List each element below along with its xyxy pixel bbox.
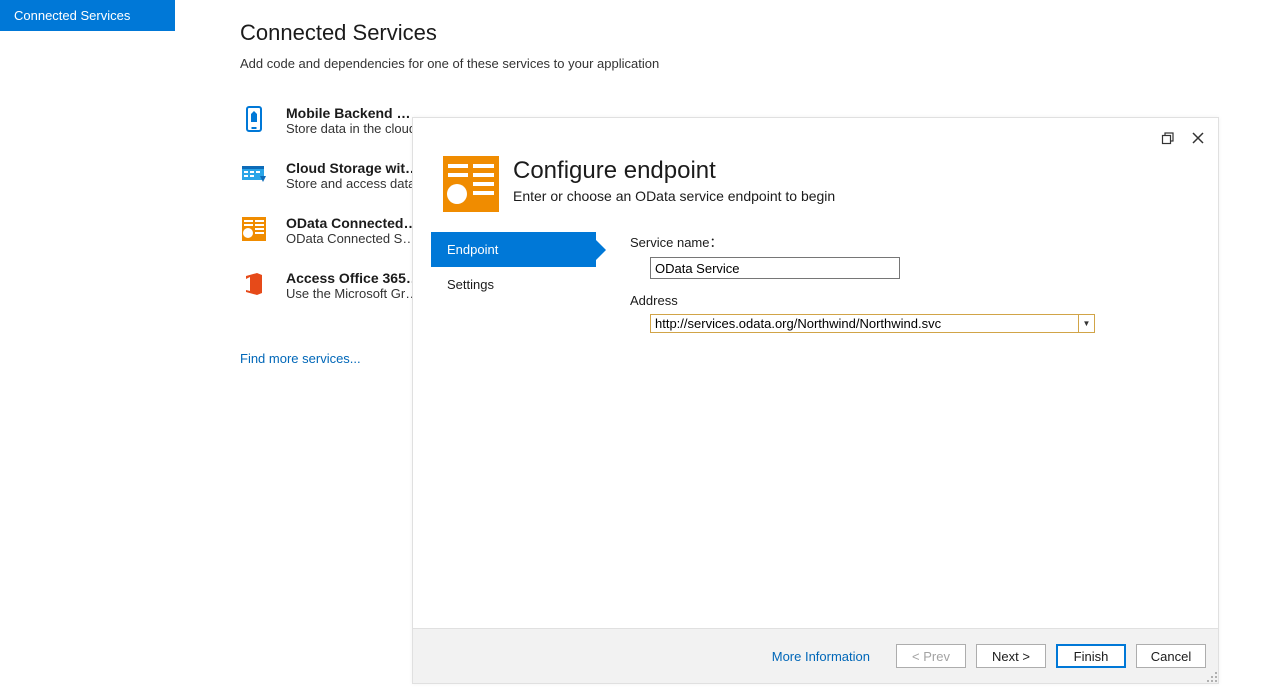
cancel-button[interactable]: Cancel [1136,644,1206,668]
service-name-label: Service name： [630,232,1188,251]
step-settings[interactable]: Settings [431,267,596,302]
cloud-storage-icon [240,160,280,188]
address-label: Address [630,293,1188,308]
service-item[interactable]: Cloud Storage with Azure Storage Store a… [240,160,420,191]
service-item[interactable]: Access Office 365 Services Use the Micro… [240,270,420,301]
step-endpoint[interactable]: Endpoint [431,232,596,267]
page-subtitle: Add code and dependencies for one of the… [240,56,1240,71]
next-button[interactable]: Next > [976,644,1046,668]
odata-icon [240,215,280,243]
wizard-steps: Endpoint Settings [431,226,596,628]
service-title: Cloud Storage with Azure Storage [286,160,420,176]
service-title: OData Connected Service [286,215,420,231]
odata-large-icon [443,156,499,212]
sidebar: Connected Services [0,0,175,31]
service-desc: Store data in the cloud [286,121,420,136]
service-item[interactable]: Mobile Backend with Azure App Service St… [240,105,420,136]
step-label: Settings [447,277,494,292]
service-title: Access Office 365 Services [286,270,420,286]
sidebar-item-connected-services[interactable]: Connected Services [0,0,175,31]
finish-button[interactable]: Finish [1056,644,1126,668]
chevron-down-icon[interactable]: ▼ [1078,315,1094,332]
find-more-services-link[interactable]: Find more services... [240,351,361,366]
dialog-footer: More Information < Prev Next > Finish Ca… [413,628,1218,683]
service-name-input[interactable] [650,257,900,279]
page-title: Connected Services [240,20,1240,46]
address-input[interactable] [651,315,1078,332]
endpoint-form: Service name： Address ▼ [596,226,1218,628]
prev-button: < Prev [896,644,966,668]
service-item[interactable]: OData Connected Service OData Connected … [240,215,420,246]
resize-grip-icon [1204,669,1218,683]
service-desc: OData Connected Service [286,231,420,246]
service-desc: Use the Microsoft Graph [286,286,420,301]
configure-endpoint-dialog: Configure endpoint Enter or choose an OD… [412,117,1219,684]
dialog-subtitle: Enter or choose an OData service endpoin… [513,188,835,204]
office-365-icon [240,270,280,298]
sidebar-item-label: Connected Services [14,8,130,23]
address-combobox[interactable]: ▼ [650,314,1095,333]
service-desc: Store and access data [286,176,420,191]
service-title: Mobile Backend with Azure App Service [286,105,420,121]
step-label: Endpoint [447,242,498,257]
mobile-backend-icon [240,105,280,133]
dialog-title: Configure endpoint [513,158,835,184]
more-information-link[interactable]: More Information [772,649,870,664]
